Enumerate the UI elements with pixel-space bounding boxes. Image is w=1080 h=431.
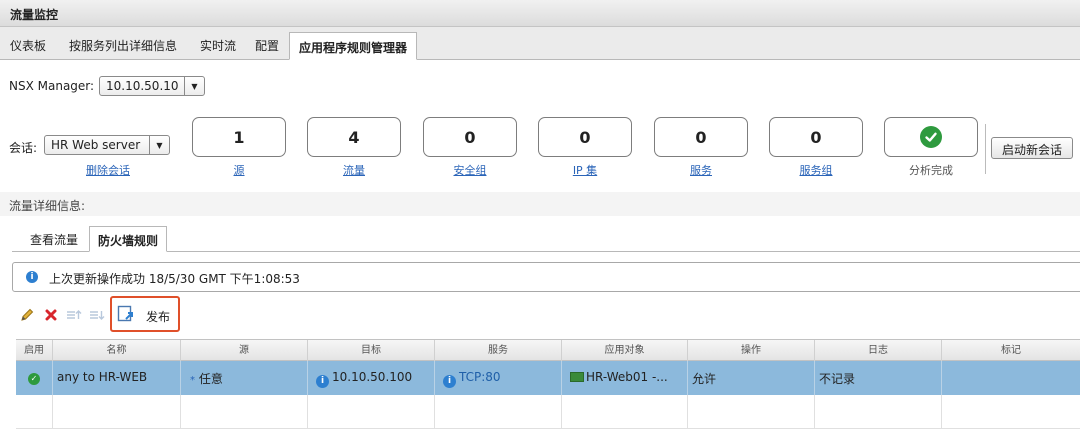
table-header: 启用 名称 源 目标 服务 应用对象 操作 日志 标记	[16, 339, 1080, 361]
stat-ip-sets-box: 0	[538, 117, 632, 157]
action-cell[interactable]: 允许	[688, 361, 815, 395]
empty-cell	[435, 395, 562, 429]
analysis-complete-label: 分析完成	[909, 164, 953, 177]
delete-x-icon[interactable]	[43, 307, 59, 323]
green-check-icon	[920, 126, 942, 148]
info-message-bar: i 上次更新操作成功 18/5/30 GMT 下午1:08:53	[12, 262, 1080, 292]
tab-dashboard[interactable]: 仪表板	[10, 37, 46, 54]
nsx-manager-value: 10.10.50.10	[106, 79, 179, 93]
empty-cell	[308, 395, 435, 429]
any-marker: *	[190, 375, 195, 386]
main-tab-bar: 仪表板 按服务列出详细信息 实时流 配置 应用程序规则管理器	[0, 27, 1080, 60]
nsx-manager-label: NSX Manager:	[9, 79, 95, 93]
move-up-icon[interactable]	[66, 307, 82, 323]
log-cell[interactable]: 不记录	[815, 361, 942, 395]
empty-cell	[53, 395, 181, 429]
delete-session-link[interactable]: 删除会话	[86, 162, 130, 178]
enabled-cell[interactable]: ✓	[16, 361, 53, 395]
publish-button[interactable]: 发布	[146, 308, 170, 325]
empty-cell	[942, 395, 1080, 429]
stat-flows-box: 4	[307, 117, 401, 157]
nsx-manager-select[interactable]: 10.10.50.10 ▼	[99, 76, 205, 96]
tab-configuration[interactable]: 配置	[255, 37, 279, 54]
stat-sources-value: 1	[233, 127, 245, 147]
stat-security-groups-link[interactable]: 安全组	[423, 162, 517, 178]
target-cell[interactable]: i 10.10.50.100	[308, 361, 435, 395]
stat-sources-link[interactable]: 源	[192, 162, 286, 178]
info-icon: i	[316, 374, 329, 388]
stat-services-box: 0	[654, 117, 748, 157]
tab-application-rule-manager[interactable]: 应用程序规则管理器	[289, 32, 418, 60]
stat-flows-link[interactable]: 流量	[307, 162, 401, 178]
tab-view-flows[interactable]: 查看流量	[30, 231, 78, 248]
flow-details-label: 流量详细信息:	[9, 199, 86, 213]
analysis-status-box	[884, 117, 978, 157]
table-row-empty	[16, 395, 1080, 429]
tag-cell[interactable]	[942, 361, 1080, 395]
start-new-session-button[interactable]: 启动新会话	[991, 137, 1074, 159]
edit-pencil-icon[interactable]	[19, 307, 35, 323]
window-title: 流量监控	[10, 8, 59, 22]
column-header-log[interactable]: 日志	[815, 340, 942, 361]
column-header-applied-to[interactable]: 应用对象	[562, 340, 688, 361]
stat-flows-value: 4	[348, 127, 360, 147]
stat-security-groups-box: 0	[423, 117, 517, 157]
stat-service-groups-box: 0	[769, 117, 863, 157]
tab-live-flow[interactable]: 实时流	[200, 37, 236, 54]
divider	[12, 251, 1080, 252]
column-header-tag[interactable]: 标记	[942, 340, 1080, 361]
table-row[interactable]: ✓ any to HR-WEB * 任意 i 10.10.50.100 i TCP:…	[16, 361, 1080, 395]
empty-cell	[815, 395, 942, 429]
service-cell[interactable]: i TCP:80	[435, 361, 562, 395]
publish-icon[interactable]	[117, 305, 135, 323]
column-header-source[interactable]: 源	[181, 340, 308, 361]
stat-ip-sets-link[interactable]: IP 集	[538, 162, 632, 178]
flow-details-bar: 流量详细信息:	[0, 192, 1080, 216]
applied-to-cell[interactable]: HR-Web01 -...	[562, 361, 688, 395]
info-icon: i	[26, 271, 38, 283]
info-icon: i	[443, 374, 456, 388]
vm-icon	[570, 372, 584, 382]
stat-services-value: 0	[695, 127, 707, 147]
column-header-name[interactable]: 名称	[53, 340, 181, 361]
applied-to-value: HR-Web01 -...	[586, 370, 668, 384]
move-down-icon[interactable]	[89, 307, 105, 323]
stat-service-groups-link[interactable]: 服务组	[769, 162, 863, 178]
session-value: HR Web server	[51, 138, 141, 152]
source-cell[interactable]: * 任意	[181, 361, 308, 395]
stat-security-groups-value: 0	[464, 127, 476, 147]
source-value: 任意	[198, 372, 223, 386]
stat-ip-sets-value: 0	[579, 127, 591, 147]
chevron-down-icon: ▼	[149, 136, 169, 154]
chevron-down-icon: ▼	[184, 77, 204, 95]
service-value: TCP:80	[459, 370, 501, 384]
session-select[interactable]: HR Web server ▼	[44, 135, 170, 155]
column-header-service[interactable]: 服务	[435, 340, 562, 361]
empty-cell	[16, 395, 53, 429]
target-value: 10.10.50.100	[332, 370, 413, 384]
session-label: 会话:	[9, 141, 38, 155]
column-header-target[interactable]: 目标	[308, 340, 435, 361]
empty-cell	[181, 395, 308, 429]
info-message-text: 上次更新操作成功 18/5/30 GMT 下午1:08:53	[49, 272, 300, 286]
empty-cell	[688, 395, 815, 429]
divider	[985, 124, 986, 174]
column-header-action[interactable]: 操作	[688, 340, 815, 361]
window-title-bar: 流量监控	[0, 0, 1080, 27]
rule-name-cell[interactable]: any to HR-WEB	[53, 361, 181, 395]
stat-sources-box: 1	[192, 117, 286, 157]
tab-details-by-service[interactable]: 按服务列出详细信息	[69, 37, 177, 54]
green-check-icon: ✓	[28, 372, 40, 385]
stat-services-link[interactable]: 服务	[654, 162, 748, 178]
empty-cell	[562, 395, 688, 429]
tab-firewall-rules[interactable]: 防火墙规则	[89, 226, 168, 252]
column-header-enabled[interactable]: 启用	[16, 340, 53, 361]
stat-service-groups-value: 0	[810, 127, 822, 147]
